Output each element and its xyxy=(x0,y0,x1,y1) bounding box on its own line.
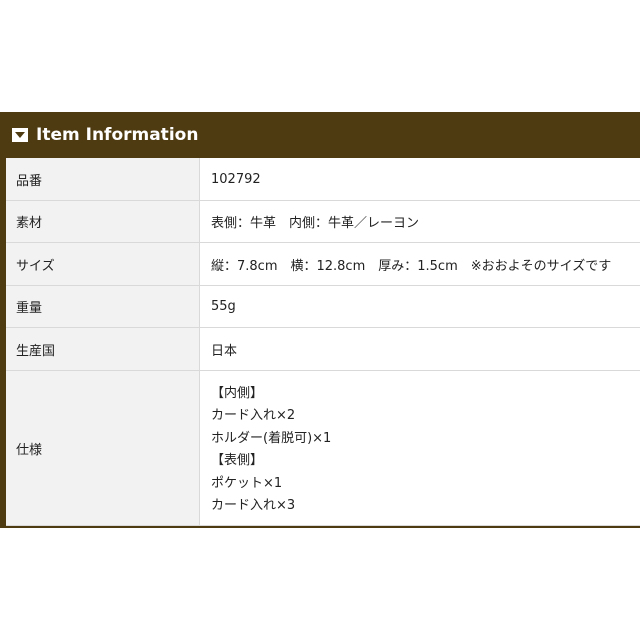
table-row: サイズ 縦：7.8cm 横：12.8cm 厚み：1.5cm ※おおよそのサイズで… xyxy=(6,243,640,286)
spec-line: カード入れ×2 xyxy=(211,408,296,424)
spec-line: 【内側】 xyxy=(211,386,264,401)
row-label: 仕様 xyxy=(6,371,200,525)
table-row: 仕様 【内側】 カード入れ×2 ホルダー(着脱可)×1 【表側】 ポケット×1 … xyxy=(6,371,640,526)
row-value: 縦：7.8cm 横：12.8cm 厚み：1.5cm ※おおよそのサイズです xyxy=(211,258,612,274)
table-row: 素材 表側：牛革 内側：牛革／レーヨン xyxy=(6,201,640,243)
table-row: 生産国 日本 xyxy=(6,328,640,371)
section-title: Item Information xyxy=(36,125,199,145)
spec-line: ポケット×1 xyxy=(211,475,283,491)
spec-table: 品番 102792 素材 表側：牛革 内側：牛革／レーヨン サイズ 縦：7.8c… xyxy=(6,158,640,526)
row-value: 102792 xyxy=(211,171,261,187)
row-label: 生産国 xyxy=(6,328,200,370)
item-information-panel: Item Information 品番 102792 素材 表側：牛革 内側：牛… xyxy=(0,112,640,528)
spec-line: カード入れ×3 xyxy=(211,497,296,513)
spec-line: 【表側】 xyxy=(211,453,264,469)
table-row: 品番 102792 xyxy=(6,158,640,201)
row-label: サイズ xyxy=(6,243,200,285)
row-value: 表側：牛革 内側：牛革／レーヨン xyxy=(211,216,420,231)
triangle-down-icon xyxy=(12,128,28,142)
row-value: 日本 xyxy=(211,343,238,359)
row-value-multiline: 【内側】 カード入れ×2 ホルダー(着脱可)×1 【表側】 ポケット×1 カード… xyxy=(211,371,640,525)
row-label: 重量 xyxy=(6,286,200,327)
spec-line: ホルダー(着脱可)×1 xyxy=(211,430,332,446)
row-label: 品番 xyxy=(6,158,200,200)
row-value: 55g xyxy=(211,299,236,314)
table-row: 重量 55g xyxy=(6,286,640,328)
section-header[interactable]: Item Information xyxy=(0,112,640,158)
row-label: 素材 xyxy=(6,201,200,242)
